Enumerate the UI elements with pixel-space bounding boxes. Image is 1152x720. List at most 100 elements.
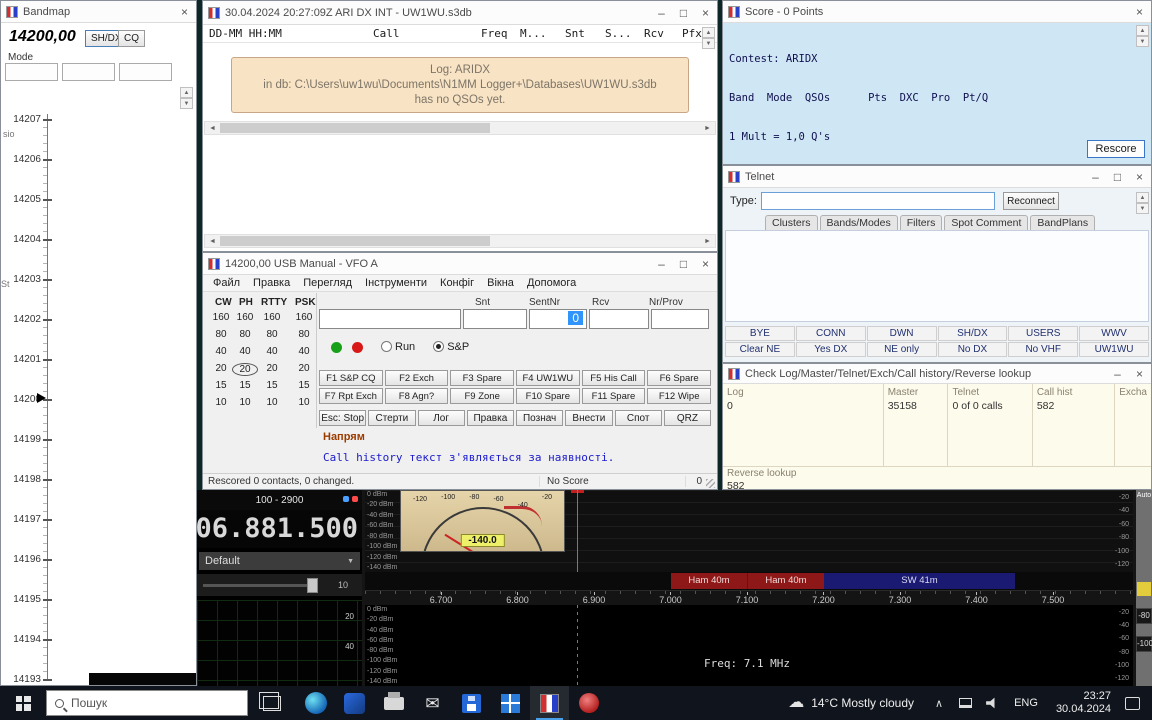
- telnet-command-button[interactable]: CONN: [796, 326, 866, 341]
- callsign-field[interactable]: [319, 309, 461, 329]
- frequency-label[interactable]: 14193: [1, 674, 41, 686]
- frequency-label[interactable]: 14200: [1, 394, 41, 434]
- minimize-icon[interactable]: –: [1089, 170, 1102, 184]
- band-cell[interactable]: 15: [259, 380, 285, 393]
- level-box[interactable]: -100: [1136, 636, 1152, 652]
- frequency-scale[interactable]: 6.7006.8006.9007.0007.1007.2007.3007.400…: [365, 590, 1133, 605]
- function-key-button[interactable]: F4 UW1WU: [516, 370, 580, 386]
- bandmap-combo-3[interactable]: [119, 63, 172, 81]
- score-titlebar[interactable]: Score - 0 Points ×: [723, 1, 1151, 23]
- auto-label[interactable]: Auto: [1136, 492, 1152, 499]
- function-key-button[interactable]: F3 Spare: [450, 370, 514, 386]
- telnet-command-button[interactable]: USERS: [1008, 326, 1078, 341]
- scrollbar-thumb[interactable]: [220, 236, 490, 246]
- function-key-button[interactable]: F7 Rpt Exch: [319, 388, 383, 404]
- column-header[interactable]: S...: [605, 27, 632, 40]
- action-button[interactable]: Спот: [615, 410, 662, 426]
- minimize-icon[interactable]: –: [1111, 367, 1124, 381]
- nrprov-field[interactable]: [651, 309, 709, 329]
- network-icon[interactable]: [959, 698, 972, 708]
- band-cell[interactable]: 20: [291, 363, 317, 376]
- taskbar-app-printer[interactable]: [374, 686, 413, 720]
- frequency-label[interactable]: 14198: [1, 474, 41, 514]
- notification-center-icon[interactable]: [1125, 697, 1140, 710]
- menu-item[interactable]: Перегляд: [303, 277, 352, 291]
- close-icon[interactable]: ×: [178, 5, 191, 19]
- run-radio[interactable]: Run: [371, 341, 415, 353]
- scroll-left-icon[interactable]: ◄: [205, 235, 220, 247]
- taskbar-clock[interactable]: 23:27 30.04.2024: [1047, 690, 1120, 716]
- close-icon[interactable]: ×: [1133, 5, 1146, 19]
- tray-overflow-icon[interactable]: ∧: [926, 697, 952, 710]
- frequency-label[interactable]: 14194: [1, 634, 41, 674]
- function-key-button[interactable]: F6 Spare: [647, 370, 711, 386]
- frequency-label[interactable]: 14196: [1, 554, 41, 594]
- band-cell[interactable]: 160: [259, 312, 285, 325]
- action-button[interactable]: QRZ: [664, 410, 711, 426]
- band-cell[interactable]: 10: [208, 397, 234, 410]
- maximize-icon[interactable]: □: [1111, 170, 1124, 184]
- telnet-command-button[interactable]: Clear NE: [725, 342, 795, 357]
- band-cell[interactable]: 10: [291, 397, 317, 410]
- radio-selected-icon[interactable]: [433, 341, 444, 352]
- telnet-command-button[interactable]: DWN: [867, 326, 937, 341]
- close-icon[interactable]: ×: [699, 6, 712, 20]
- band-cell[interactable]: 40: [259, 346, 285, 359]
- column-header[interactable]: M...: [520, 27, 547, 40]
- menu-item[interactable]: Конфіг: [440, 277, 474, 291]
- function-key-button[interactable]: F11 Spare: [582, 388, 646, 404]
- taskbar-app-save[interactable]: [452, 686, 491, 720]
- taskbar-app-window[interactable]: [491, 686, 530, 720]
- spin-down-icon[interactable]: ▼: [1136, 36, 1149, 47]
- frequency-label[interactable]: 14205: [1, 194, 41, 234]
- action-button[interactable]: Esc: Stop: [319, 410, 366, 426]
- sp-radio[interactable]: S&P: [423, 341, 469, 353]
- spectrum-display[interactable]: 0 dBm-20 dBm-40 dBm-60 dBm-80 dBm-100 dB…: [365, 490, 1133, 572]
- band-cell[interactable]: 20: [232, 363, 258, 376]
- slider-track[interactable]: [203, 584, 317, 587]
- resize-grip[interactable]: [706, 479, 715, 488]
- spin-down-icon[interactable]: ▼: [702, 38, 715, 49]
- frequency-label[interactable]: 14204: [1, 234, 41, 274]
- radio-icon[interactable]: [381, 341, 392, 352]
- minimize-icon[interactable]: –: [655, 6, 668, 20]
- telnet-command-button[interactable]: BYE: [725, 326, 795, 341]
- taskbar-app-mail[interactable]: ✉: [413, 686, 452, 720]
- spin-up-icon[interactable]: ▲: [1136, 192, 1149, 203]
- band-cell[interactable]: 20: [259, 363, 285, 376]
- weather-widget[interactable]: ☁ 14°C Mostly cloudy: [776, 695, 926, 711]
- telnet-command-button[interactable]: NE only: [867, 342, 937, 357]
- close-icon[interactable]: ×: [1133, 367, 1146, 381]
- spin-down-icon[interactable]: ▼: [180, 98, 193, 109]
- sw-band-block[interactable]: SW 41m: [824, 573, 1015, 589]
- band-cell[interactable]: 80: [291, 329, 317, 342]
- sdr-scope-panel[interactable]: 20 40: [197, 600, 362, 686]
- frequency-label[interactable]: 14195: [1, 594, 41, 634]
- telnet-command-button[interactable]: UW1WU: [1079, 342, 1149, 357]
- bandmap-combo-1[interactable]: [5, 63, 58, 81]
- maximize-icon[interactable]: □: [677, 257, 690, 271]
- taskbar-search[interactable]: [46, 690, 248, 716]
- start-button[interactable]: [0, 686, 46, 720]
- column-header[interactable]: Rcv: [644, 27, 664, 40]
- close-icon[interactable]: ×: [699, 257, 712, 271]
- function-key-button[interactable]: F9 Zone: [450, 388, 514, 404]
- band-cell[interactable]: 40: [208, 346, 234, 359]
- band-cell[interactable]: 20: [208, 363, 234, 376]
- frequency-label[interactable]: 14197: [1, 514, 41, 554]
- taskbar-app-n1mm[interactable]: [530, 686, 569, 720]
- band-cell[interactable]: 160: [232, 312, 258, 325]
- rescore-button[interactable]: Rescore: [1087, 140, 1145, 158]
- scrollbar-thumb[interactable]: [220, 123, 490, 133]
- search-input[interactable]: [71, 696, 221, 710]
- ham-band-block[interactable]: Ham 40m Ham 40m: [671, 573, 824, 589]
- column-header[interactable]: DD-MM HH:MM: [209, 27, 282, 40]
- menu-item[interactable]: Файл: [213, 277, 240, 291]
- reconnect-button[interactable]: Reconnect: [1003, 192, 1059, 210]
- telnet-tab[interactable]: Bands/Modes: [820, 215, 898, 231]
- check-titlebar[interactable]: Check Log/Master/Telnet/Exch/Call histor…: [723, 364, 1151, 384]
- frequency-label[interactable]: 14202: [1, 314, 41, 354]
- band-cell[interactable]: 40: [291, 346, 317, 359]
- menu-item[interactable]: Допомога: [527, 277, 576, 291]
- telnet-titlebar[interactable]: Telnet – □ ×: [723, 166, 1151, 188]
